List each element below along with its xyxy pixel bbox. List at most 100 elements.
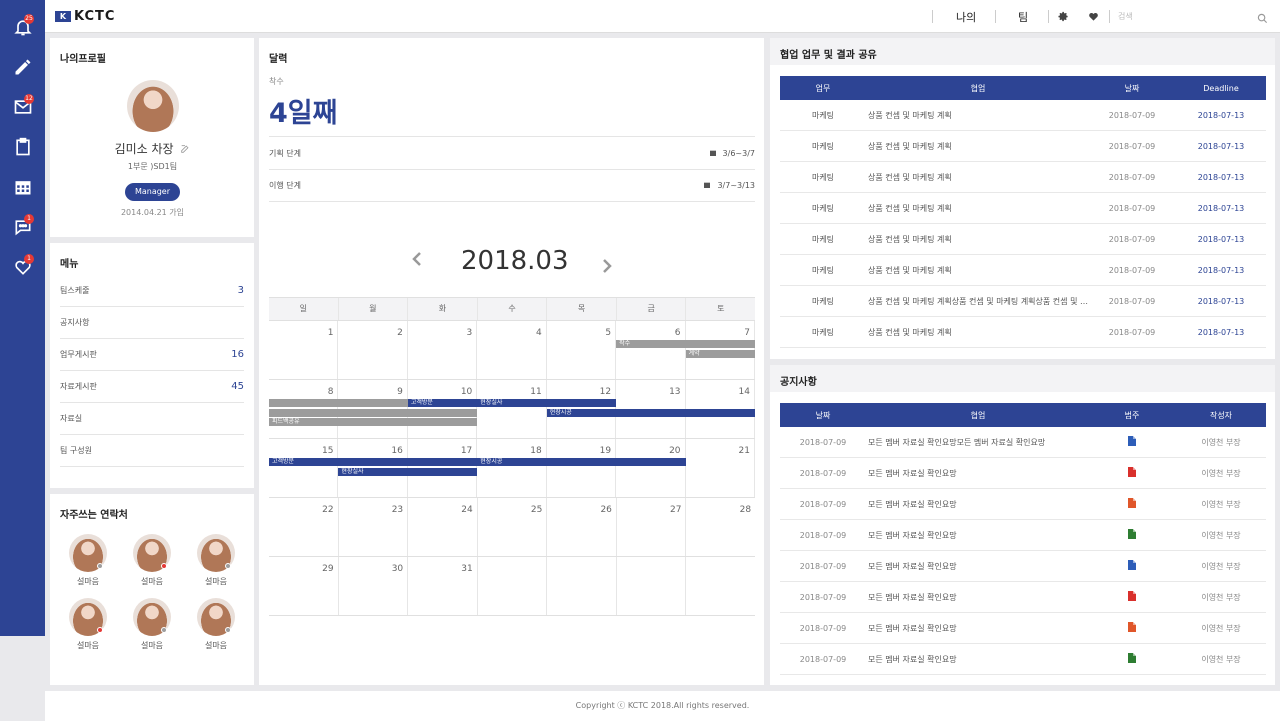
menu-item-data-board[interactable]: 자료게시판 45 <box>60 371 244 403</box>
calendar-day[interactable]: 26 <box>547 498 617 556</box>
pdf-file-icon[interactable] <box>1128 467 1136 477</box>
calendar-day[interactable]: 1 <box>269 321 339 379</box>
table-row[interactable]: 2018-07-09 모든 멤버 자료실 확인요망 이영천 부장 <box>780 458 1266 489</box>
calendar-day[interactable]: 24 <box>408 498 478 556</box>
excel-file-icon[interactable] <box>1128 653 1136 663</box>
calendar-day[interactable] <box>478 557 548 615</box>
table-row[interactable]: 2018-07-09 모든 멤버 자료실 확인요망모든 멤버 자료실 확인요망 이영… <box>780 427 1266 458</box>
calendar-event[interactable]: 현장시공 <box>477 458 547 466</box>
calendar-day[interactable]: 18 <box>477 439 547 497</box>
table-row[interactable]: 2018-07-09 모든 멤버 자료실 확인요망 이영천 부장 <box>780 582 1266 613</box>
calendar-event[interactable]: 피드백공유 <box>269 418 478 426</box>
search-input[interactable]: 검색 <box>1118 11 1133 22</box>
mail-badge: 12 <box>24 94 34 104</box>
contact-item[interactable]: 설마음 <box>196 598 236 651</box>
table-row[interactable]: 2018-07-09 모든 멤버 자료실 확인요망 이영천 부장 <box>780 551 1266 582</box>
calendar-event[interactable]: 현장실사 <box>477 399 547 407</box>
table-row[interactable]: 마케팅 상품 컨셉 및 마케팅 계획 2018-07-09 2018-07-13 <box>780 224 1266 255</box>
contact-item[interactable]: 설마음 <box>132 598 172 651</box>
chat-button[interactable]: 1 <box>0 207 45 247</box>
ppt-file-icon[interactable] <box>1128 622 1136 632</box>
top-bar: K KCTC 나의 팀 검색 <box>45 0 1280 33</box>
calendar-day[interactable] <box>617 557 687 615</box>
menu-item-team-members[interactable]: 팀 구성원 <box>60 435 244 467</box>
calendar-day[interactable]: 27 <box>617 498 687 556</box>
prev-month-button[interactable] <box>411 251 423 272</box>
calendar-day[interactable]: 2 <box>338 321 408 379</box>
calendar-day[interactable]: 21 <box>686 439 755 497</box>
table-row[interactable]: 마케팅 상품 컨셉 및 마케팅 계획 2018-07-09 2018-07-13 <box>780 100 1266 131</box>
calendar-day[interactable]: 5 <box>547 321 617 379</box>
calendar-day[interactable]: 19 <box>547 439 617 497</box>
table-row[interactable]: 마케팅 상품 컨셉 및 마케팅 계획상품 컨셉 및 마케팅 계획상품 컨셉 및 마… <box>780 286 1266 317</box>
calendar-day[interactable]: 30 <box>339 557 409 615</box>
nav-me[interactable]: 나의 <box>956 0 976 33</box>
calendar-day[interactable]: 20 <box>616 439 686 497</box>
mail-button[interactable]: 12 <box>0 87 45 127</box>
menu-item-notice[interactable]: 공지사항 <box>60 307 244 339</box>
calendar-event[interactable] <box>269 409 478 417</box>
role-button[interactable]: Manager <box>125 183 180 201</box>
task-cell: 마케팅 <box>811 203 835 213</box>
calendar-event[interactable]: 계약 <box>685 350 755 358</box>
contact-item[interactable]: 설마음 <box>68 534 108 587</box>
calendar-day[interactable]: 25 <box>478 498 548 556</box>
tasks-button[interactable] <box>0 127 45 167</box>
search-button[interactable] <box>1257 9 1268 28</box>
calendar-day[interactable] <box>547 557 617 615</box>
table-row[interactable]: 마케팅 상품 컨셉 및 마케팅 계획 2018-07-09 2018-07-13 <box>780 131 1266 162</box>
notifications-button[interactable]: 25 <box>0 7 45 47</box>
favorites-top-button[interactable] <box>1088 0 1099 33</box>
notice-text: 모든 멤버 자료실 확인요망 <box>868 468 957 478</box>
next-month-button[interactable] <box>601 251 613 281</box>
calendar-day[interactable]: 15 <box>269 439 339 497</box>
calendar-day[interactable]: 23 <box>339 498 409 556</box>
weekday-fri: 금 <box>617 298 687 320</box>
table-row[interactable]: 마케팅 상품 컨셉 및 마케팅 계획 2018-07-09 2018-07-13 <box>780 162 1266 193</box>
calendar-event[interactable]: 현장실사 <box>338 468 478 476</box>
table-row[interactable]: 2018-07-09 모든 멤버 자료실 확인요망 이영천 부장 <box>780 489 1266 520</box>
menu-item-work-board[interactable]: 업무게시판 16 <box>60 339 244 371</box>
table-row[interactable]: 2018-07-09 모든 멤버 자료실 확인요망 이영천 부장 <box>780 644 1266 675</box>
contact-item[interactable]: 설마음 <box>132 534 172 587</box>
contact-item[interactable]: 설마음 <box>68 598 108 651</box>
excel-file-icon[interactable] <box>1128 529 1136 539</box>
calendar-day[interactable]: 29 <box>269 557 339 615</box>
settings-button[interactable] <box>1058 0 1069 33</box>
weekday-wed: 수 <box>478 298 548 320</box>
write-button[interactable] <box>0 47 45 87</box>
logo[interactable]: K KCTC <box>55 9 115 24</box>
calendar-day[interactable] <box>686 557 755 615</box>
nav-team[interactable]: 팀 <box>1018 0 1028 33</box>
author-cell: 이영천 부장 <box>1201 437 1241 447</box>
edit-icon[interactable] <box>180 144 190 154</box>
favorites-button[interactable]: 1 <box>0 247 45 287</box>
table-row[interactable]: 마케팅 상품 컨셉 및 마케팅 계획 2018-07-09 2018-07-13 <box>780 317 1266 348</box>
calendar-event[interactable]: 착수 <box>616 340 755 348</box>
calendar-event[interactable]: 현장시공 <box>546 409 755 417</box>
word-file-icon[interactable] <box>1128 560 1136 570</box>
collab-cell: 상품 컨셉 및 마케팅 계획 <box>868 141 952 151</box>
word-file-icon[interactable] <box>1128 436 1136 446</box>
menu-item-team-schedule[interactable]: 팀스케줄 3 <box>60 275 244 307</box>
notice-text: 모든 멤버 자료실 확인요망 <box>868 561 957 571</box>
collab-card: 협업 업무 및 결과 공유 업무 협업 날짜 Deadline 마케팅 상품 컨셉… <box>770 38 1275 359</box>
calendar-button[interactable] <box>0 167 45 207</box>
task-cell: 마케팅 <box>811 234 835 244</box>
calendar-day[interactable]: 22 <box>269 498 339 556</box>
table-row[interactable]: 2018-07-09 모든 멤버 자료실 확인요망 이영천 부장 <box>780 613 1266 644</box>
ppt-file-icon[interactable] <box>1128 498 1136 508</box>
menu-item-archive[interactable]: 자료실 <box>60 403 244 435</box>
table-row[interactable]: 마케팅 상품 컨셉 및 마케팅 계획 2018-07-09 2018-07-13 <box>780 193 1266 224</box>
table-row[interactable]: 2018-07-09 모든 멤버 자료실 확인요망 이영천 부장 <box>780 520 1266 551</box>
calendar-day[interactable]: 31 <box>408 557 478 615</box>
table-row[interactable]: 마케팅 상품 컨셉 및 마케팅 계획 2018-07-09 2018-07-13 <box>780 255 1266 286</box>
contact-item[interactable]: 설마음 <box>196 534 236 587</box>
calendar-day[interactable]: 3 <box>408 321 478 379</box>
day-number: 30 <box>391 564 404 574</box>
calendar-day[interactable]: 6 <box>616 321 686 379</box>
calendar-day[interactable]: 11 <box>477 380 547 438</box>
calendar-day[interactable]: 28 <box>686 498 755 556</box>
calendar-day[interactable]: 4 <box>477 321 547 379</box>
pdf-file-icon[interactable] <box>1128 591 1136 601</box>
